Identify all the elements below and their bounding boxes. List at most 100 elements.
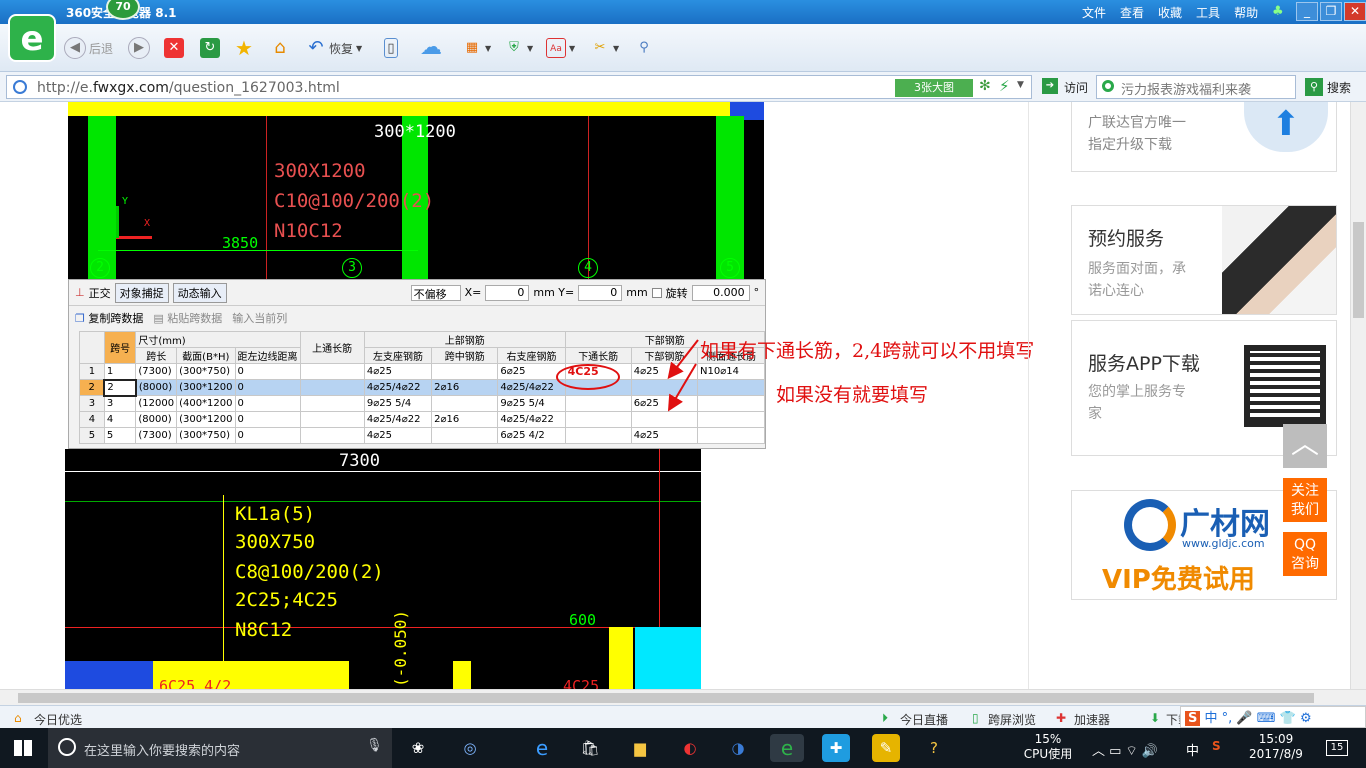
maximize-button[interactable]: ❐ bbox=[1320, 2, 1342, 21]
go-arrow-icon[interactable]: ➔ bbox=[1042, 78, 1058, 94]
back-to-top-button[interactable]: ︿ bbox=[1283, 424, 1327, 468]
accelerator-link[interactable]: 加速器 bbox=[1074, 711, 1110, 728]
edge-icon[interactable]: e bbox=[528, 734, 556, 762]
ime-indicator[interactable]: 中 bbox=[1186, 740, 1199, 759]
app-icon[interactable]: ◐ bbox=[676, 734, 704, 762]
app-icon[interactable]: ? bbox=[920, 734, 948, 762]
taskbar-search-input[interactable]: 在这里输入你要搜索的内容 🎙 bbox=[48, 728, 392, 768]
table-row[interactable]: 1 1 (7300) (300*750) 0 4⌀25 6⌀25 4C25 4⌀… bbox=[79, 363, 765, 380]
cross-screen-link[interactable]: 跨屏浏览 bbox=[988, 711, 1036, 728]
cad-x-axis-label: X bbox=[144, 218, 151, 229]
menu-tools[interactable]: 工具 bbox=[1196, 4, 1220, 21]
ortho-button[interactable]: 正交 bbox=[89, 285, 111, 301]
app-icon[interactable]: ✚ bbox=[822, 734, 850, 762]
search-icon[interactable]: ⚲ bbox=[1305, 78, 1323, 96]
rotate-checkbox[interactable] bbox=[651, 287, 662, 298]
table-row[interactable]: 5 5 (7300) (300*750) 0 4⌀25 6⌀25 4/2 4⌀2… bbox=[79, 427, 765, 444]
refresh-button[interactable]: ↻ bbox=[200, 36, 220, 60]
tray-icons[interactable]: ︿ ▭ ⌔ 🔊 bbox=[1092, 740, 1158, 759]
cloud-button[interactable]: ☁ bbox=[416, 36, 446, 60]
col-left-support: 左支座钢筋 bbox=[363, 347, 433, 364]
store-icon[interactable]: 🛍 bbox=[576, 734, 604, 762]
minimize-button[interactable]: _ bbox=[1296, 2, 1318, 21]
y-coord-input[interactable]: 0 bbox=[578, 284, 623, 301]
cad-blue-region bbox=[65, 661, 153, 689]
menu-help[interactable]: 帮助 bbox=[1234, 4, 1258, 21]
windows-start-icon[interactable] bbox=[14, 740, 32, 756]
copy-span-button[interactable]: ❐ 复制跨数据 bbox=[75, 310, 143, 326]
x-coord-input[interactable]: 0 bbox=[485, 284, 530, 301]
plus-icon: ✚ bbox=[1056, 711, 1067, 725]
ad-upgrade[interactable]: 广联达官方唯一 指定升级下载 ⬆ bbox=[1071, 102, 1337, 172]
security-button[interactable]: ⛨ ▼ bbox=[504, 36, 533, 60]
notepad-icon[interactable]: ✎ bbox=[872, 734, 900, 762]
url-field[interactable]: http://e.fwxgx.com/question_1627003.html… bbox=[6, 75, 1032, 99]
search-input[interactable]: 污力报表游戏福利来袭 bbox=[1096, 75, 1296, 99]
follow-us-button[interactable]: 关注我们 bbox=[1283, 478, 1327, 522]
menu-view[interactable]: 查看 bbox=[1120, 4, 1144, 21]
scrollbar-thumb[interactable] bbox=[18, 693, 1314, 703]
forward-arrow-icon: ▶ bbox=[128, 37, 150, 59]
close-button[interactable]: ✕ bbox=[1344, 2, 1366, 21]
home-button[interactable]: ⌂ bbox=[270, 36, 290, 60]
sogou-tray-icon[interactable]: S bbox=[1212, 739, 1221, 753]
sogou-ime-bar[interactable]: S 中 °, 🎤 ⌨ 👕 ⚙ bbox=[1180, 706, 1366, 728]
skin-icon[interactable]: ♣ bbox=[1272, 4, 1284, 19]
restore-button[interactable]: ↶ 恢复 ▼ bbox=[306, 36, 362, 60]
ad-service-booking[interactable]: 预约服务 服务面对面，承 诺心连心 bbox=[1071, 205, 1337, 315]
cpu-usage[interactable]: 15% CPU使用 bbox=[1022, 732, 1074, 762]
file-explorer-icon[interactable]: ▆ bbox=[626, 734, 654, 762]
big-image-button[interactable]: 3张大图 bbox=[895, 79, 973, 97]
apps-button[interactable]: ▦ ▼ bbox=[462, 36, 491, 60]
refresh-small-icon[interactable]: ✻ bbox=[979, 78, 991, 94]
search-button[interactable]: 搜索 bbox=[1327, 79, 1351, 96]
qq-consult-button[interactable]: QQ咨询 bbox=[1283, 532, 1327, 576]
cad-partial-label-right: 4C25 bbox=[563, 677, 600, 689]
beam-input-panel: ⊥ 正交 对象捕捉 动态输入 不偏移 X= 0 mm Y= 0 mm 旋转 0.… bbox=[68, 279, 766, 449]
back-button[interactable]: ◀ 后退 bbox=[64, 36, 113, 60]
notification-center-icon[interactable]: 15 bbox=[1326, 740, 1348, 756]
chevron-down-icon: ▼ bbox=[613, 43, 620, 53]
cad-beam-section: 300X750 bbox=[235, 531, 316, 553]
scrollbar-thumb[interactable] bbox=[1353, 222, 1364, 318]
cad-axis-bubble: 2 bbox=[90, 258, 110, 278]
app-icon[interactable]: ◑ bbox=[724, 734, 752, 762]
span-table: 跨号 尺寸(mm) 上通长筋 上部钢筋 下部钢筋 跨长 截面(B*H) 距左边线… bbox=[79, 331, 766, 444]
translate-button[interactable]: Aa ▼ bbox=[546, 36, 575, 60]
browser-app-icon[interactable]: ◎ bbox=[456, 734, 484, 762]
clock[interactable]: 15:09 2017/8/9 bbox=[1244, 732, 1308, 762]
forward-button[interactable]: ▶ bbox=[128, 36, 150, 60]
microphone-icon[interactable]: 🎙 bbox=[366, 738, 383, 753]
object-snap-button[interactable]: 对象捕捉 bbox=[114, 282, 169, 303]
zoom-button[interactable]: ⚲ bbox=[634, 36, 654, 60]
offset-select[interactable]: 不偏移 bbox=[410, 284, 461, 301]
url-dropdown-icon[interactable]: ▼ bbox=[1017, 80, 1024, 90]
input-axis-button[interactable]: 输入当前列 bbox=[232, 310, 287, 326]
stop-button[interactable]: ✕ bbox=[164, 36, 184, 60]
table-row[interactable]: 4 4 (8000) (300*1200 0 4⌀25/4⌀22 2⌀16 4⌀… bbox=[79, 411, 765, 428]
panel-toolbar-2: ❐ 复制跨数据 ▤ 粘贴跨数据 输入当前列 bbox=[69, 307, 765, 329]
cad-section-label: 300*1200 bbox=[374, 122, 456, 142]
phone-button[interactable]: ▯ bbox=[384, 36, 398, 60]
task-view-icon[interactable]: ❀ bbox=[404, 734, 432, 762]
rotate-input[interactable]: 0.000 bbox=[691, 284, 750, 301]
360-browser-icon[interactable]: e bbox=[770, 734, 804, 762]
live-link[interactable]: 今日直播 bbox=[900, 711, 948, 728]
browser-logo[interactable]: e bbox=[8, 14, 56, 62]
today-pick-link[interactable]: 今日优选 bbox=[34, 711, 82, 728]
dynamic-input-button[interactable]: 动态输入 bbox=[172, 282, 227, 303]
favorite-button[interactable]: ★ bbox=[234, 36, 254, 60]
handshake-image bbox=[1222, 206, 1336, 314]
table-row[interactable]: 2 2 (8000) (300*1200 0 4⌀25/4⌀22 2⌀16 4⌀… bbox=[79, 378, 765, 397]
visit-button[interactable]: 访问 bbox=[1064, 79, 1088, 96]
menu-file[interactable]: 文件 bbox=[1082, 4, 1106, 21]
vertical-scrollbar[interactable] bbox=[1350, 102, 1366, 689]
horizontal-scrollbar[interactable] bbox=[0, 689, 1366, 705]
menu-favorites[interactable]: 收藏 bbox=[1158, 4, 1182, 21]
paste-span-button[interactable]: ▤ 粘贴跨数据 bbox=[153, 310, 222, 326]
search-engine-icon[interactable] bbox=[1102, 80, 1114, 92]
lightning-icon[interactable]: ⚡ bbox=[999, 77, 1010, 95]
cad-dimension-text: 7300 bbox=[339, 451, 380, 471]
table-row[interactable]: 3 3 (12000 (400*1200 0 9⌀25 5/4 9⌀25 5/4… bbox=[79, 395, 765, 412]
screenshot-button[interactable]: ✂ ▼ bbox=[590, 36, 620, 60]
